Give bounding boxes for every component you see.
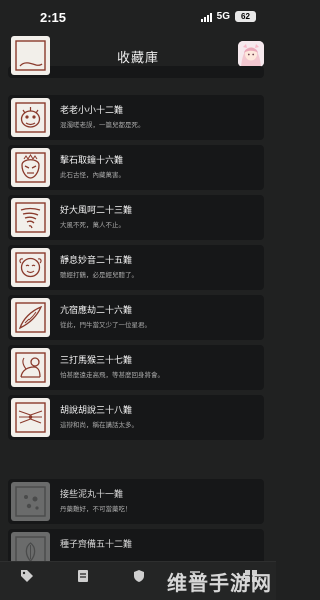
battery-icon: 62: [235, 11, 256, 22]
face-ink-icon: [11, 248, 50, 287]
card-title: 種子齊備五十二難: [60, 540, 133, 550]
card-title: 擊石取鑰十六難: [60, 156, 124, 166]
card-title: 接些泥丸十一難: [60, 490, 124, 500]
card-desc: 此石古怪，內藏萬害。: [60, 171, 125, 179]
card-desc: 聽經打鶴，必是經兒聽了。: [60, 271, 138, 279]
list-item[interactable]: 靜息妙音二十五難 聽經打鶴，必是經兒聽了。: [8, 245, 264, 290]
list-item[interactable]: 胡說胡說三十八難 這辯和尚，稱在講話太多。: [8, 395, 264, 440]
card-title: 亢宿應劫二十六難: [60, 306, 133, 316]
watermark: 维普手游网: [167, 571, 272, 595]
creature-ink-icon: [11, 98, 50, 137]
card-title: 三打馬猴三十七難: [60, 356, 133, 366]
mask-ink-icon: [11, 148, 50, 187]
card-desc: 從此，門牛當又少了一位星君。: [60, 321, 151, 329]
avatar[interactable]: [238, 41, 264, 67]
list-item[interactable]: 接些泥丸十一難 丹藥難好，不可當藥吃！: [8, 479, 264, 524]
card-desc: 丹藥難好，不可當藥吃！: [60, 505, 132, 513]
card-title: 靜息妙音二十五難: [60, 256, 133, 266]
list-item[interactable]: 好大風呵二十三難 大風不死，萬人不止。: [8, 195, 264, 240]
network-label: 5G: [216, 11, 230, 22]
whirlwind-ink-icon: [11, 198, 50, 237]
whiskers-ink-icon: [11, 398, 50, 437]
card-title: 老老小小十二難: [60, 106, 124, 116]
document-icon[interactable]: [76, 568, 90, 582]
character-avatar-icon: [238, 41, 264, 67]
list-item[interactable]: 老老小小十二難 混濁嗟老誤，一篇兒都是死。: [8, 95, 264, 140]
card-desc: 怕甚麼遠走高飛，等甚麼回身將會。: [60, 371, 164, 379]
card-title: 胡說胡說三十八難: [60, 406, 133, 416]
signal-icon: [200, 12, 212, 22]
monkey-ink-icon: [11, 348, 50, 387]
shield-icon[interactable]: [132, 568, 146, 582]
list-item[interactable]: [8, 36, 264, 78]
tag-icon[interactable]: [20, 568, 34, 582]
status-bar: 2:15 5G 62: [0, 0, 276, 36]
card-desc: 混濁嗟老誤，一篇兒都是死。: [60, 121, 145, 129]
horn-ink-icon: [11, 298, 50, 337]
card-title: 好大風呵二十三難: [60, 206, 133, 216]
list-item[interactable]: 三打馬猴三十七難 怕甚麼遠走高飛，等甚麼回身將會。: [8, 345, 264, 390]
card-desc: 大風不死，萬人不止。: [60, 221, 125, 229]
list-item[interactable]: 擊石取鑰十六難 此石古怪，內藏萬害。: [8, 145, 264, 190]
card-desc: 這辯和尚，稱在講話太多。: [60, 421, 138, 429]
status-time: 2:15: [40, 10, 67, 25]
list-item[interactable]: 亢宿應劫二十六難 從此，門牛當又少了一位星君。: [8, 295, 264, 340]
pellet-ink-icon: [11, 482, 50, 521]
status-indicators: 5G 62: [200, 11, 256, 22]
partial-ink-icon: [11, 36, 50, 75]
